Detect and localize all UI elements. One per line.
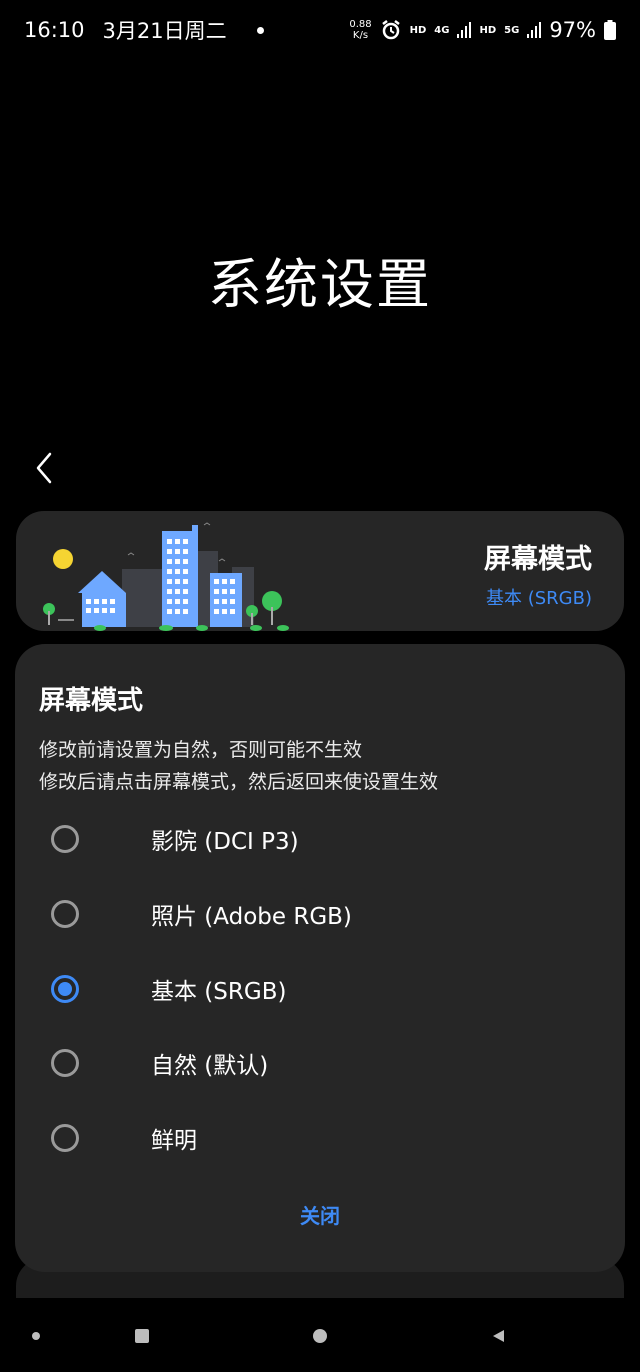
network-type-1: 4G (434, 24, 450, 36)
screen: 16:10 3月21日周二 0.88 K/s HD 4G HD 5G 97% 系… (0, 0, 640, 1372)
page-title: 系统设置 (208, 253, 432, 316)
chevron-left-icon (36, 452, 52, 484)
square-icon (135, 1329, 149, 1343)
dialog-description-line-2: 修改后请点击屏幕模式，然后返回来使设置生效 (39, 771, 439, 793)
option-label: 鲜明 (151, 1128, 197, 1154)
city-illustration (43, 522, 289, 631)
option-cinema[interactable]: 影院 (DCI P3) (51, 811, 591, 867)
header-card-title: 屏幕模式 (484, 544, 592, 575)
radio-button[interactable] (51, 1049, 79, 1077)
dot-icon (32, 1332, 40, 1340)
close-button[interactable]: 关闭 (15, 1200, 625, 1229)
circle-icon (313, 1329, 327, 1343)
option-natural[interactable]: 自然 (默认) (51, 1035, 591, 1091)
network-speed: 0.88 K/s (349, 19, 371, 41)
hd-label-2: HD (479, 24, 497, 36)
option-photo[interactable]: 照片 (Adobe RGB) (51, 886, 591, 942)
option-basic[interactable]: 基本 (SRGB) (51, 961, 591, 1017)
triangle-back-icon (493, 1330, 504, 1342)
radio-button[interactable] (51, 1124, 79, 1152)
home-button[interactable] (130, 1324, 154, 1348)
signal-icon-2 (527, 22, 542, 38)
dialog-title: 屏幕模式 (39, 686, 144, 716)
notification-dot-icon (256, 26, 264, 34)
status-time: 16:10 (24, 18, 85, 42)
option-label: 影院 (DCI P3) (151, 829, 299, 855)
assistant-button[interactable] (308, 1324, 332, 1348)
battery-icon (604, 20, 616, 40)
header-card-subtitle: 基本 (SRGB) (486, 588, 592, 609)
option-label: 照片 (Adobe RGB) (151, 904, 352, 930)
status-bar: 16:10 3月21日周二 0.88 K/s HD 4G HD 5G 97% (0, 0, 640, 60)
signal-icon-1 (457, 22, 472, 38)
back-button[interactable] (26, 444, 62, 492)
option-label: 基本 (SRGB) (151, 979, 287, 1005)
network-type-2: 5G (504, 24, 520, 36)
network-speed-unit: K/s (352, 30, 369, 41)
radio-button-selected[interactable] (51, 975, 79, 1003)
dialog-description-line-1: 修改前请设置为自然，否则可能不生效 (39, 739, 363, 761)
screen-mode-header-card[interactable]: 屏幕模式 基本 (SRGB) (16, 511, 624, 631)
alarm-icon (381, 20, 400, 40)
option-vivid[interactable]: 鲜明 (51, 1110, 591, 1166)
dialog-description: 修改前请设置为自然，否则可能不生效 修改后请点击屏幕模式，然后返回来使设置生效 (39, 734, 438, 798)
recent-apps-button[interactable] (24, 1324, 48, 1348)
hd-label-1: HD (409, 24, 427, 36)
screen-mode-dialog: 屏幕模式 修改前请设置为自然，否则可能不生效 修改后请点击屏幕模式，然后返回来使… (15, 644, 625, 1272)
navigation-bar (0, 1298, 640, 1372)
option-label: 自然 (默认) (151, 1053, 269, 1079)
network-speed-value: 0.88 (349, 19, 372, 30)
back-nav-button[interactable] (486, 1324, 510, 1348)
radio-button[interactable] (51, 900, 79, 928)
battery-percent: 97% (549, 18, 596, 42)
status-date: 3月21日周二 (102, 19, 227, 43)
radio-button[interactable] (51, 825, 79, 853)
